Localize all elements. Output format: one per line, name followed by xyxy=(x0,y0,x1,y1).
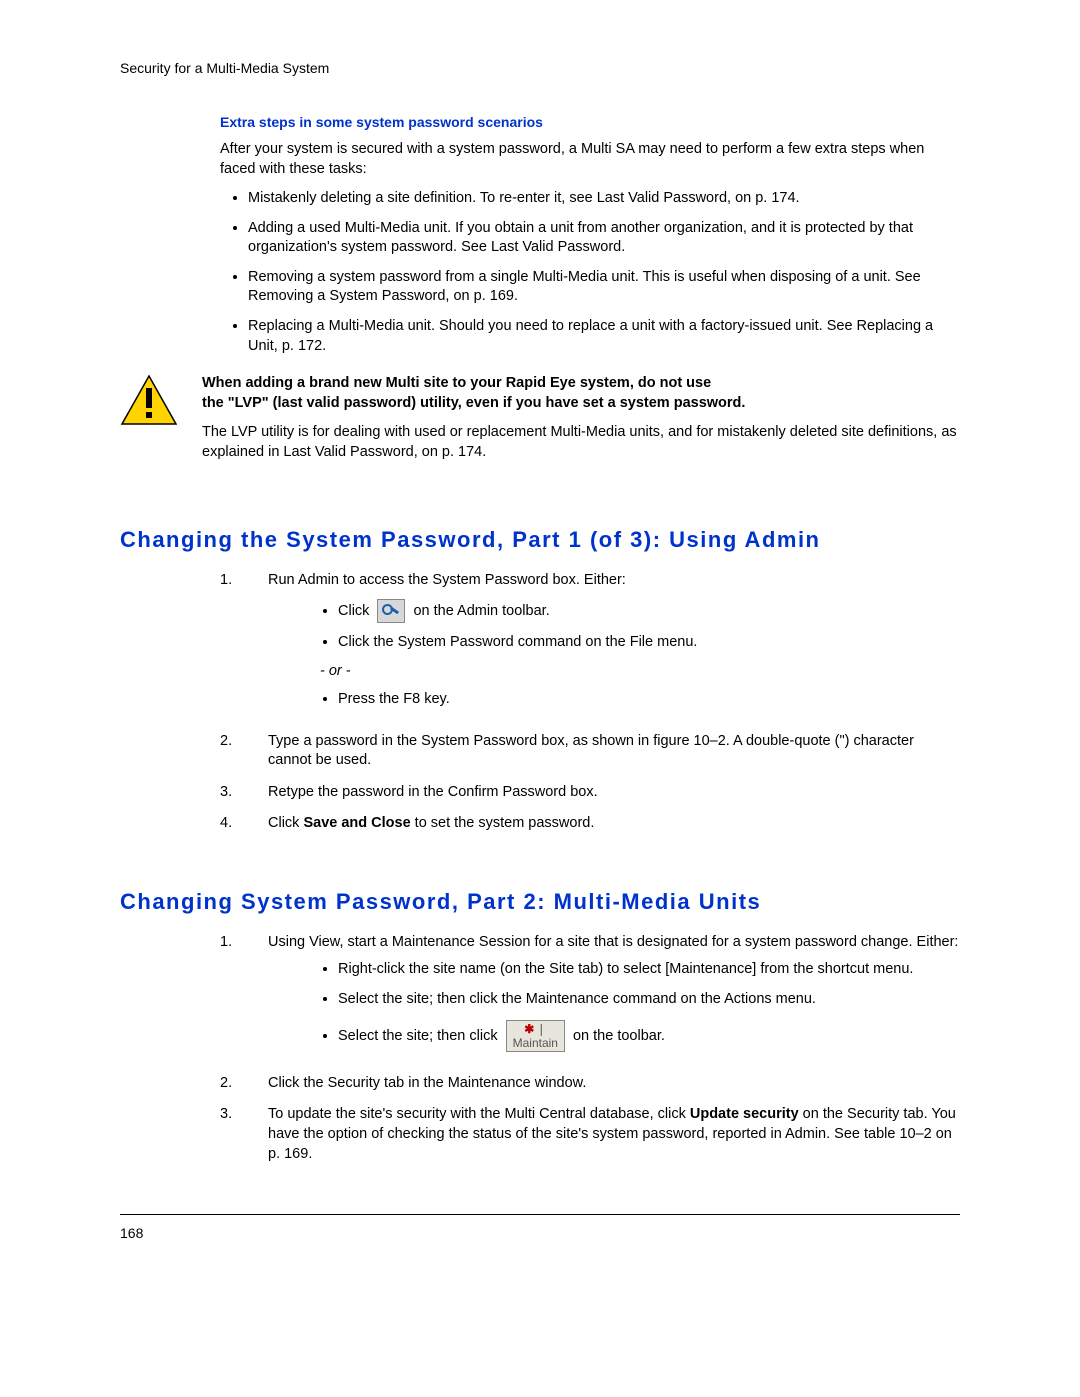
part2-steps: 1. Using View, start a Maintenance Sessi… xyxy=(220,933,960,1164)
bullet-item: Mistakenly deleting a site definition. T… xyxy=(248,189,960,209)
list-item: 3. Retype the password in the Confirm Pa… xyxy=(220,783,960,803)
warning-text: When adding a brand new Multi site to yo… xyxy=(202,374,960,472)
list-item: 4. Click Save and Close to set the syste… xyxy=(220,814,960,834)
section-extra-steps: Extra steps in some system password scen… xyxy=(220,114,960,356)
bullet-item: Removing a system password from a single… xyxy=(248,268,960,307)
list-item: 2. Click the Security tab in the Mainten… xyxy=(220,1074,960,1094)
step-text: Type a password in the System Password b… xyxy=(268,732,960,771)
sub-item: Select the site; then click ✱❘Maintain o… xyxy=(338,1020,960,1052)
list-item: 3. To update the site's security with th… xyxy=(220,1105,960,1164)
heading-part1: Changing the System Password, Part 1 (of… xyxy=(120,527,960,553)
heading-part2: Changing System Password, Part 2: Multi-… xyxy=(120,889,960,915)
list-item: 2. Type a password in the System Passwor… xyxy=(220,732,960,771)
warning-block: When adding a brand new Multi site to yo… xyxy=(120,374,960,472)
part1-steps: 1. Run Admin to access the System Passwo… xyxy=(220,571,960,834)
sub-heading-extra-steps: Extra steps in some system password scen… xyxy=(220,114,960,130)
sub-item: Press the F8 key. xyxy=(338,690,960,710)
bullet-item: Replacing a Multi-Media unit. Should you… xyxy=(248,317,960,356)
step-text: To update the site's security with the M… xyxy=(268,1105,960,1164)
step-text: Using View, start a Maintenance Session … xyxy=(268,934,958,950)
step-text: Retype the password in the Confirm Passw… xyxy=(268,783,960,803)
page-number: 168 xyxy=(120,1225,960,1241)
bullet-list: Mistakenly deleting a site definition. T… xyxy=(220,189,960,356)
intro-paragraph: After your system is secured with a syst… xyxy=(220,140,960,179)
warning-body: The LVP utility is for dealing with used… xyxy=(202,423,960,462)
sub-item: Select the site; then click the Maintena… xyxy=(338,990,960,1010)
or-divider: - or - xyxy=(268,662,960,682)
sub-item: Click the System Password command on the… xyxy=(338,633,960,653)
step-text: Run Admin to access the System Password … xyxy=(268,572,626,588)
key-icon xyxy=(377,599,405,623)
step-text: Click Save and Close to set the system p… xyxy=(268,814,960,834)
step-text: Click the Security tab in the Maintenanc… xyxy=(268,1074,960,1094)
list-item: 1. Using View, start a Maintenance Sessi… xyxy=(220,933,960,1062)
running-header: Security for a Multi-Media System xyxy=(120,60,960,76)
footer-rule xyxy=(120,1214,960,1215)
list-item: 1. Run Admin to access the System Passwo… xyxy=(220,571,960,719)
warning-bold-line2: the "LVP" (last valid password) utility,… xyxy=(202,395,745,411)
bullet-item: Adding a used Multi-Media unit. If you o… xyxy=(248,219,960,258)
caution-icon xyxy=(120,374,178,426)
sub-item: Right-click the site name (on the Site t… xyxy=(338,960,960,980)
sub-item: Click on the Admin toolbar. xyxy=(338,599,960,623)
warning-bold-line1: When adding a brand new Multi site to yo… xyxy=(202,375,711,391)
document-page: Security for a Multi-Media System Extra … xyxy=(0,0,1080,1281)
maintain-button-icon: ✱❘Maintain xyxy=(506,1020,565,1052)
